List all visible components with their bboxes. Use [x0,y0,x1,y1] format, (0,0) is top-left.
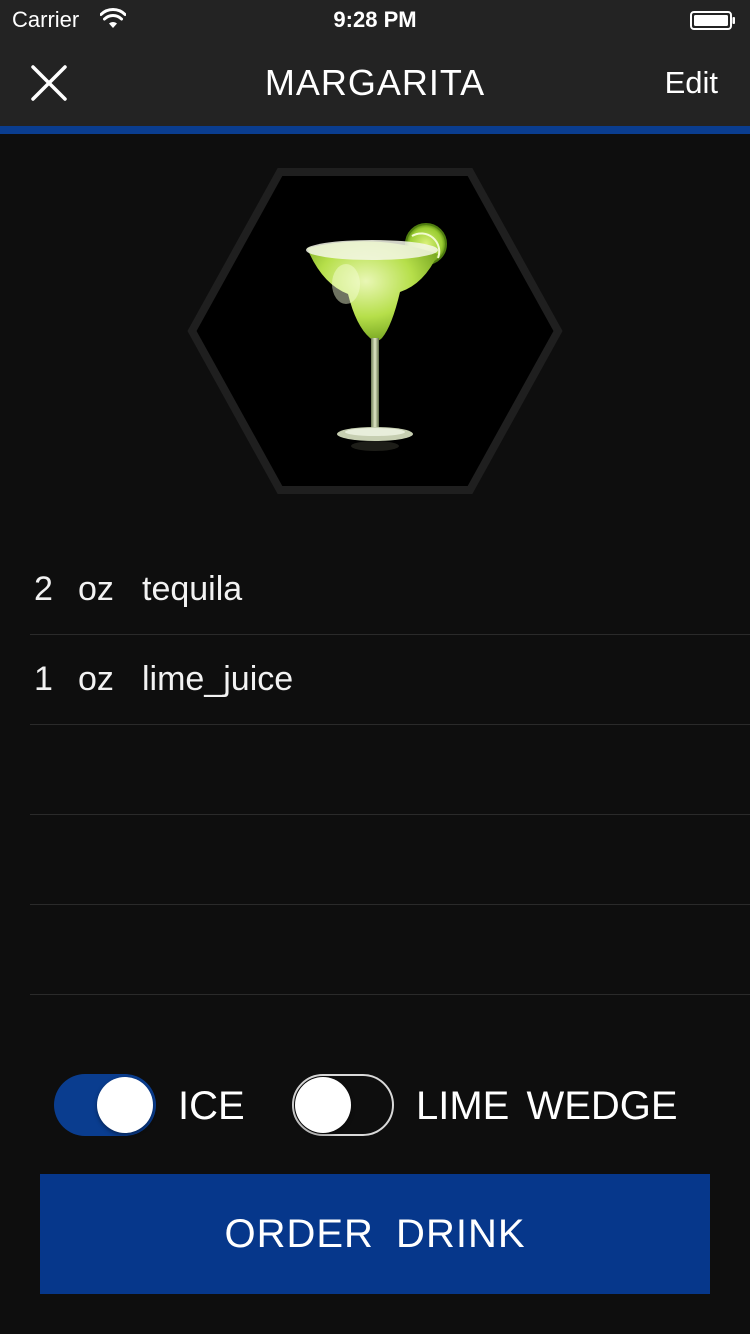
lime-wedge-label: LIME WEDGE [416,1084,678,1128]
ice-toggle[interactable] [54,1074,156,1136]
page-title: MARGARITA [264,62,486,103]
order-drink-button[interactable]: ORDER DRINK [40,1174,710,1294]
ingredient-row[interactable] [30,815,750,905]
ice-label: ICE [178,1084,245,1128]
ingredient-amount: 2 [34,570,53,608]
edit-button[interactable]: Edit [665,65,718,101]
ingredient-row[interactable] [30,905,750,995]
ingredient-unit: oz [78,570,114,608]
status-bar: Carrier 9:28 PM [0,0,750,40]
ingredient-row[interactable]: 1 oz lime_juice [30,635,750,725]
margarita-glass-image [187,168,563,494]
ingredient-unit: oz [78,660,114,698]
nav-accent-bar [0,126,750,134]
ingredients-list: 2 oz tequila 1 oz lime_juice [30,545,750,995]
status-time: 9:28 PM [333,7,417,32]
nav-bar: MARGARITA Edit [0,40,750,126]
ingredient-row[interactable] [30,725,750,815]
lime-wedge-toggle[interactable] [292,1074,394,1136]
ingredient-name: tequila [142,570,243,608]
toggle-knob [295,1077,351,1133]
toggle-knob [97,1077,153,1133]
ingredient-name: lime_juice [142,660,294,698]
battery-icon [690,11,735,30]
glass-stem [371,338,379,428]
ingredient-row[interactable]: 2 oz tequila [30,545,750,635]
ingredient-amount: 1 [34,660,53,698]
